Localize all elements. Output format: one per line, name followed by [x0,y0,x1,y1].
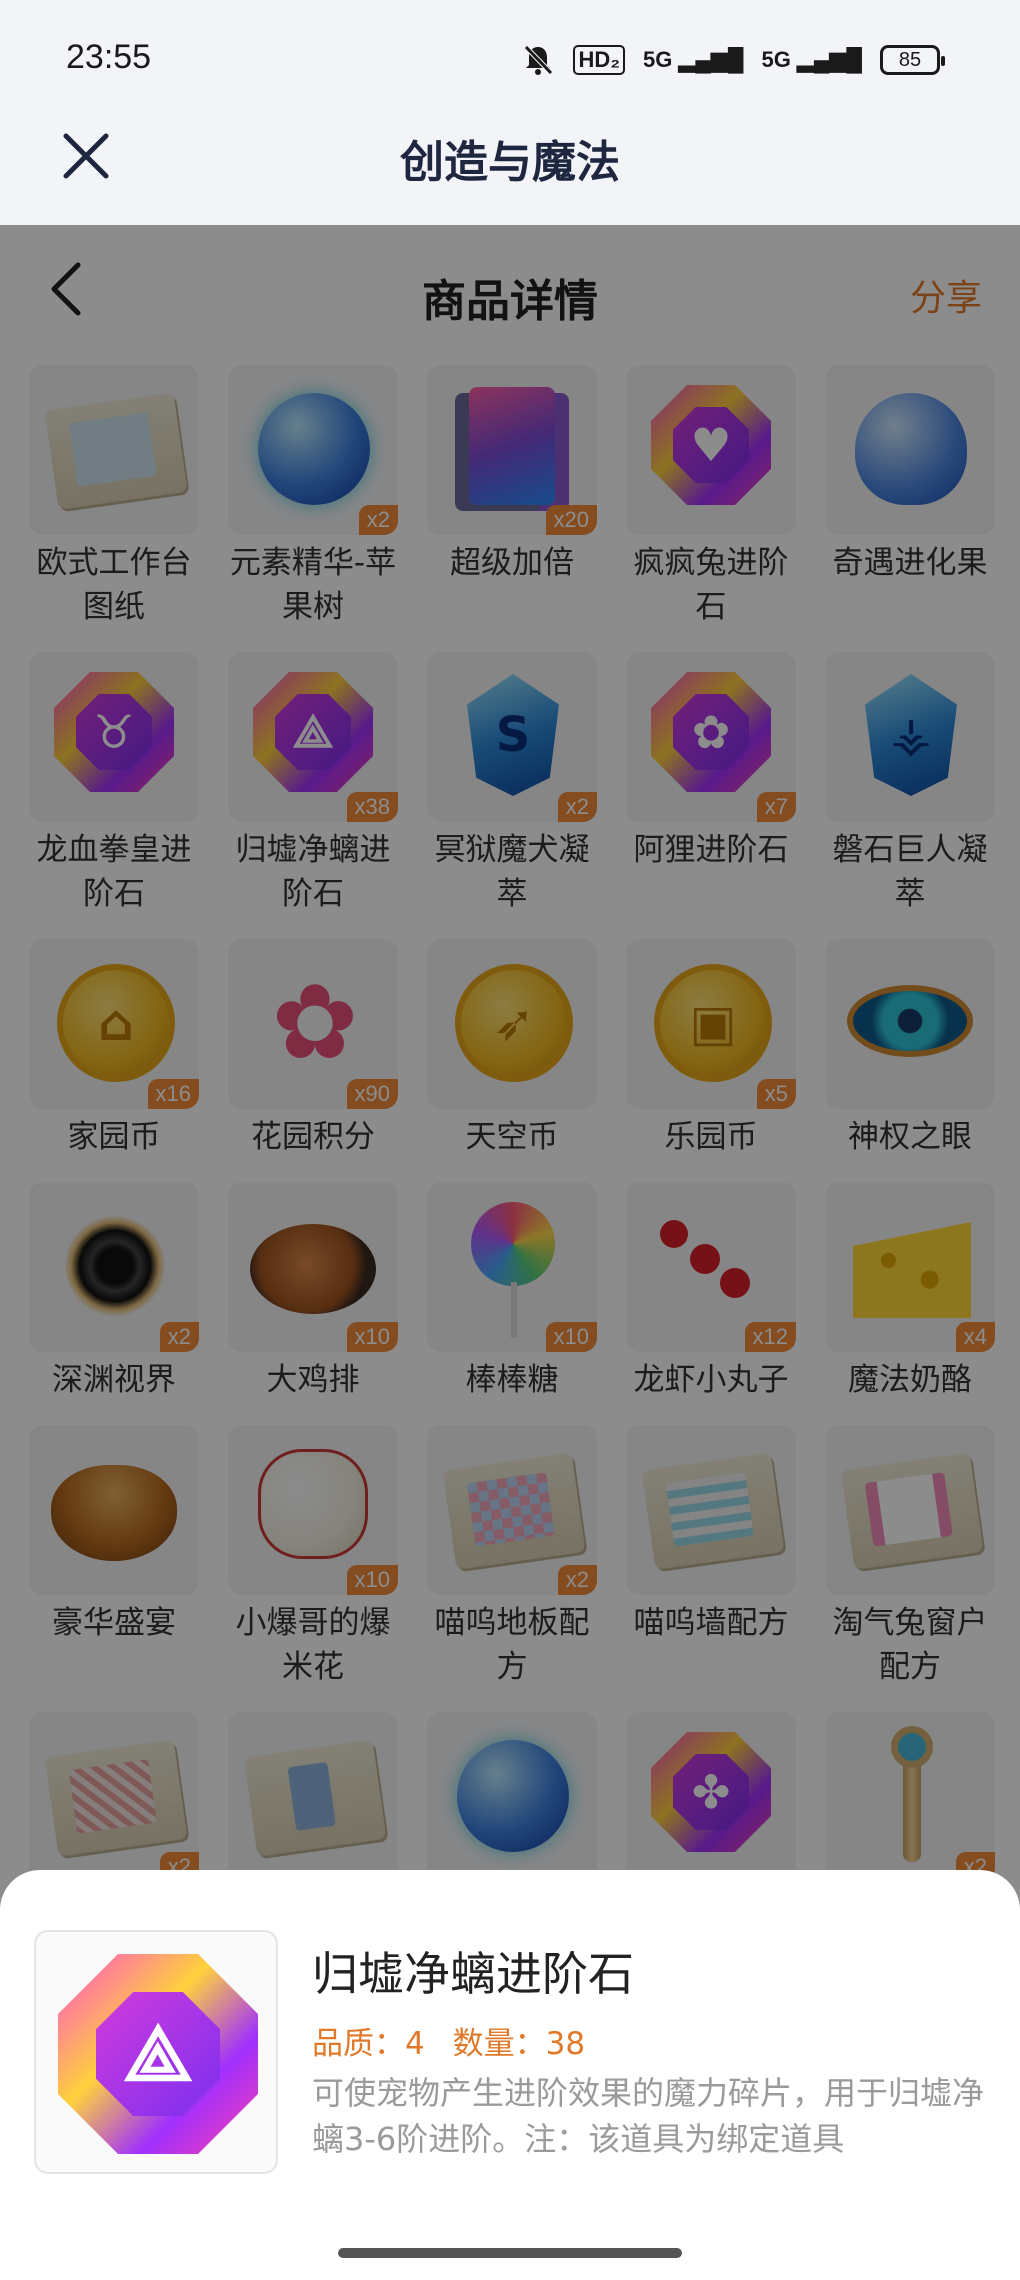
quality-label: 品质：4 [312,2026,425,2062]
signal-5g-label-2: 5G [761,47,791,72]
bell-muted-icon [524,45,554,75]
signal-5g-label: 5G [643,47,673,72]
detail-description: 可使宠物产生进阶效果的魔力碎片，用于归墟净螭3-6阶进阶。注：该道具为绑定道具 [312,2074,985,2158]
status-bar: 23:55 HD₂ 5G ▂▄▆█ 5G ▂▄▆█ 85 [0,0,1020,120]
home-indicator[interactable] [338,2248,682,2258]
status-time: 23:55 [66,38,152,76]
dragon-gem-icon: ⟁ [58,1954,258,2154]
detail-meta: 品质：4 数量：38 [312,2018,603,2063]
item-detail-sheet: ⟁ 归墟净螭进阶石 品质：4 数量：38 可使宠物产生进阶效果的魔力碎片，用于归… [0,1870,1020,2280]
signal-5g-icon: 5G ▂▄▆█ [643,47,744,72]
detail-thumbnail: ⟁ [34,1930,278,2174]
battery-icon: 85 [880,45,945,75]
app-header: 创造与魔法 [0,120,1020,225]
detail-title: 归墟净螭进阶石 [312,1947,634,2001]
status-icons: HD₂ 5G ▂▄▆█ 5G ▂▄▆█ 85 [521,40,945,80]
app-title: 创造与魔法 [400,137,620,188]
count-label: 数量：38 [452,2026,586,2062]
signal-5g-icon-2: 5G ▂▄▆█ [761,47,862,72]
hd-icon: HD₂ [573,45,626,75]
